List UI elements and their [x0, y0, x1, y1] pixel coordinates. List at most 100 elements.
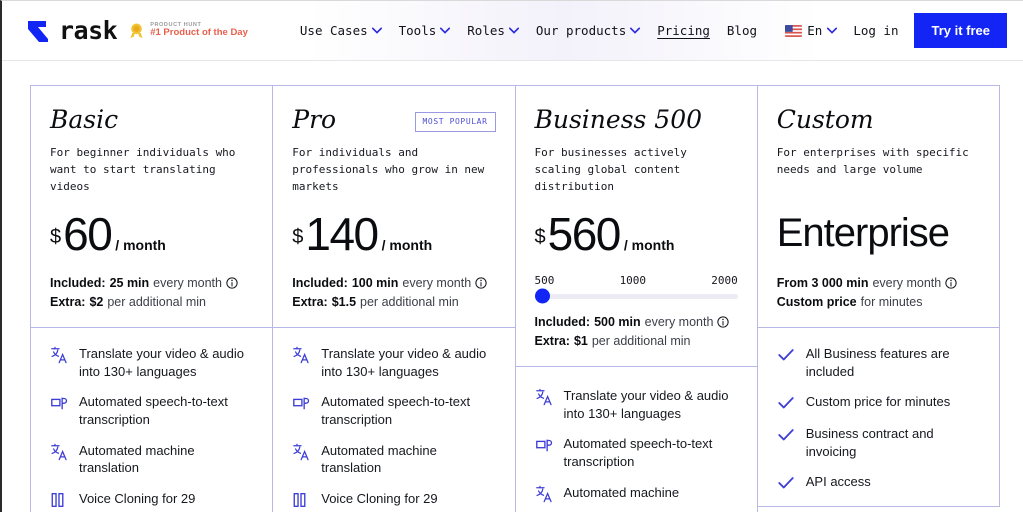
included-label: Included: [50, 275, 106, 290]
nav-item-blog[interactable]: Blog [727, 23, 757, 38]
extra-value: $2 [89, 294, 104, 309]
nav-item-our-products[interactable]: Our products [535, 23, 641, 38]
plan-name: Custom [776, 105, 874, 134]
try-it-free-button[interactable]: Try it free [914, 13, 1007, 48]
nav-item-use-cases[interactable]: Use Cases [300, 23, 382, 38]
feature-text: Automated machine [563, 484, 680, 500]
slider-thumb[interactable] [534, 288, 550, 304]
price-business: $ 560 / month [535, 211, 738, 258]
slider-track[interactable] [534, 288, 738, 304]
price-currency: $ [50, 225, 62, 248]
plan-head-custom: Custom [776, 105, 980, 135]
pricing-card-pro: Pro MOST POPULAR For individuals and pro… [272, 85, 516, 512]
price-currency: $ [292, 225, 304, 248]
extra-label: Custom price [776, 294, 857, 309]
price-period: / month [623, 236, 675, 253]
language-label: En [807, 23, 823, 38]
nav-item-roles[interactable]: Roles [467, 23, 519, 38]
plan-description: For businesses actively scaling global c… [534, 145, 687, 193]
pricing-card-custom: Custom For enterprises with specific nee… [756, 85, 1000, 508]
included-value: 25 min [109, 275, 150, 290]
plan-description: For beginner individuals who want to sta… [50, 145, 236, 193]
included-line-custom: From 3 000 min every month [777, 274, 980, 293]
feature-item: Automated machine translation [50, 442, 253, 477]
speech-to-text-icon [51, 398, 68, 410]
language-selector[interactable]: En [785, 23, 838, 38]
info-icon[interactable] [475, 277, 487, 289]
chevron-down-icon [827, 27, 838, 34]
price-currency: $ [534, 225, 546, 248]
nav-item-tools[interactable]: Tools [399, 23, 451, 38]
included-label: Included: [534, 314, 591, 329]
feature-item: Voice Cloning for 29 [50, 490, 253, 509]
feature-item: Translate your video & audio into 130+ l… [50, 345, 253, 380]
features-basic: Translate your video & audio into 130+ l… [31, 328, 272, 512]
chevron-down-icon [630, 27, 641, 34]
feature-item: Automated speech-to-text transcription [535, 435, 738, 470]
features-custom: All Business features are included Custo… [758, 328, 999, 506]
header-actions: En Log in Try it free [785, 13, 1007, 48]
price-amount: 140 [305, 207, 379, 260]
slider-ticks: 500 1000 2000 [535, 274, 738, 287]
most-popular-badge: MOST POPULAR [414, 112, 496, 132]
info-icon[interactable] [717, 316, 730, 328]
feature-item: Automated speech-to-text transcription [50, 393, 253, 428]
plan-head-basic: Basic [50, 105, 253, 135]
features-pro: Translate your video & audio into 130+ l… [273, 328, 514, 512]
nav-item-pricing[interactable]: Pricing [657, 23, 710, 38]
nav-label: Pricing [657, 23, 710, 38]
translate-icon [293, 443, 309, 460]
plan-head-pro: Pro MOST POPULAR [292, 105, 496, 135]
extra-label: Extra: [292, 294, 328, 309]
feature-text: Translate your video & audio into 130+ l… [563, 388, 729, 421]
feature-text: Automated speech-to-text transcription [563, 436, 713, 470]
info-icon[interactable] [945, 277, 957, 289]
check-icon [778, 397, 794, 409]
voice-cloning-icon [293, 492, 306, 507]
price-amount: 60 [63, 207, 113, 260]
price-period: / month [381, 236, 433, 253]
translate-icon [293, 347, 309, 364]
info-icon[interactable] [226, 277, 238, 289]
minutes-slider[interactable]: 500 1000 2000 [534, 274, 738, 304]
extra-value: $1 [573, 333, 588, 348]
site-header: rask PRODUCT HUNT #1 Product of the Day … [2, 1, 1023, 61]
translate-icon [51, 443, 67, 460]
speech-to-text-icon [535, 440, 552, 452]
pricing-card-basic: Basic For beginner individuals who want … [30, 85, 274, 512]
feature-text: Voice Cloning for 29 [79, 490, 196, 506]
nav-label: Blog [726, 23, 758, 38]
pricing-cards: Basic For beginner individuals who want … [2, 61, 1023, 512]
login-link[interactable]: Log in [853, 23, 898, 38]
included-label: From 3 000 min [776, 275, 869, 290]
nav-label: Tools [398, 23, 437, 38]
brand-logo[interactable]: rask [26, 18, 118, 44]
feature-item: Translate your video & audio into 130+ l… [292, 345, 495, 380]
feature-item: Automated speech-to-text transcription [292, 393, 495, 428]
extra-line-business: Extra: $1 per additional min [535, 332, 738, 351]
chevron-down-icon [440, 27, 451, 34]
feature-text: Business contract and invoicing [805, 426, 934, 459]
plan-name: Basic [50, 105, 119, 134]
extra-suffix: per additional min [591, 333, 691, 348]
extra-line-pro: Extra: $1.5 per additional min [292, 293, 495, 312]
translate-icon [535, 389, 552, 406]
included-suffix: every month [872, 275, 942, 290]
features-business: Translate your video & audio into 130+ l… [516, 367, 757, 512]
product-hunt-medal-icon [130, 23, 143, 39]
feature-text: All Business features are included [805, 346, 950, 379]
card-top-business: Business 500 For businesses actively sca… [516, 86, 757, 366]
extra-label: Extra: [534, 333, 570, 348]
extra-value: $1.5 [331, 294, 357, 309]
price-basic: $ 60 / month [50, 211, 253, 258]
feature-text: Translate your video & audio into 130+ l… [79, 346, 245, 379]
nav-label: Our products [535, 23, 627, 38]
chevron-down-icon [508, 27, 519, 34]
plan-head-business: Business 500 [535, 105, 738, 135]
product-hunt-badge[interactable]: PRODUCT HUNT #1 Product of the Day [128, 22, 248, 39]
feature-item: Translate your video & audio into 130+ l… [535, 387, 738, 422]
plan-description: For individuals and professionals who gr… [292, 145, 485, 193]
chevron-down-icon [371, 27, 382, 34]
extra-suffix: per additional min [360, 294, 459, 309]
translate-icon [535, 485, 552, 502]
